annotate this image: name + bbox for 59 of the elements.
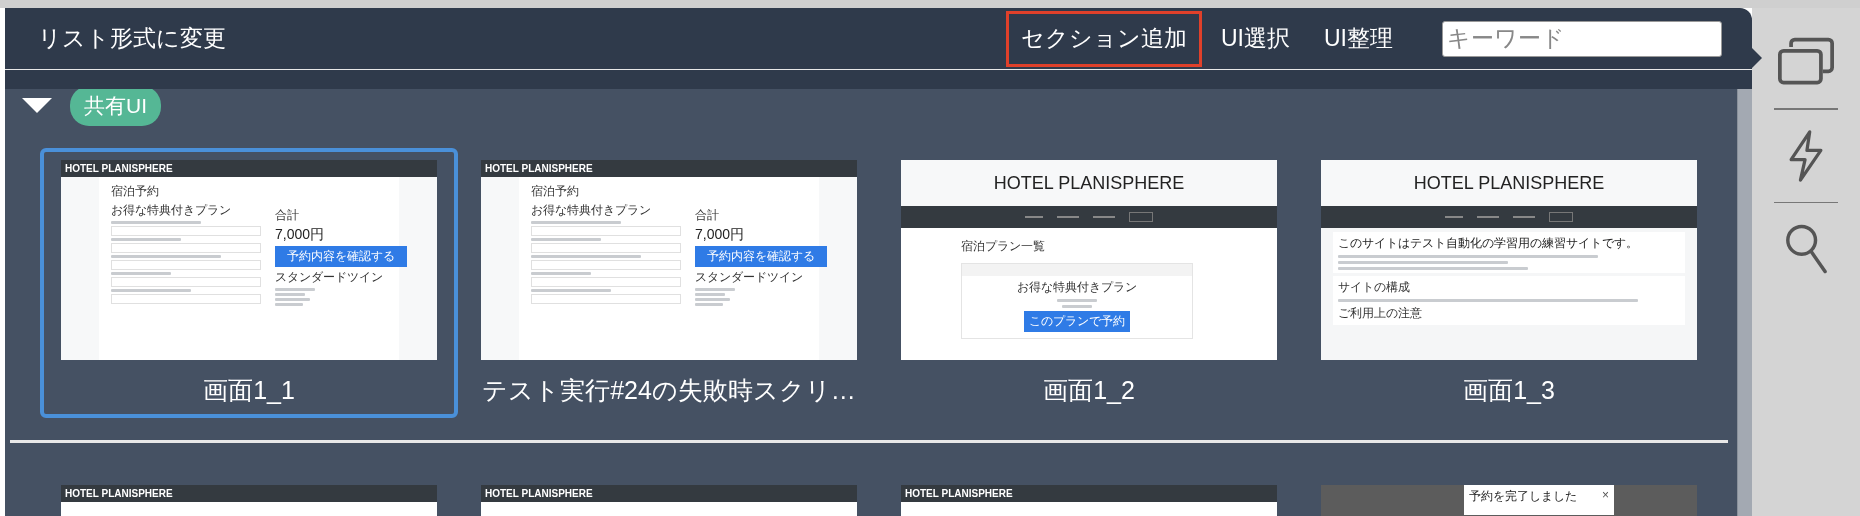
screen-card[interactable]: HOTEL PLANISPHERE 宿泊予約 お得な特典付きプラン 合計 7,000円 予約内容を確認する スタンダードツイン 画面1_1 bbox=[40, 148, 458, 418]
total-price: 7,000円 bbox=[695, 226, 746, 244]
card-label: 画面1_3 bbox=[1463, 375, 1555, 406]
list-view-button[interactable]: リスト形式に変更 bbox=[25, 10, 238, 67]
total-label: 合計 bbox=[275, 207, 300, 224]
page-heading: 宿泊プラン一覧 bbox=[961, 238, 1046, 255]
placeholder-line bbox=[275, 288, 315, 291]
reserve-plan-button: このプランで予約 bbox=[1024, 311, 1130, 332]
section-badge: 共有UI bbox=[70, 89, 161, 126]
card-label: テスト実行#24の失敗時スクリ… bbox=[482, 375, 856, 406]
placeholder-line bbox=[695, 303, 723, 306]
plan-name: お得な特典付きプラン bbox=[1017, 279, 1137, 296]
site-title: HOTEL PLANISPHERE bbox=[993, 172, 1185, 194]
confirm-button: 予約内容を確認する bbox=[275, 246, 407, 267]
placeholder-line bbox=[695, 288, 735, 291]
screen-card[interactable]: HOTEL PLANISPHERE bbox=[40, 473, 458, 516]
placeholder-line bbox=[695, 293, 725, 296]
room-type: スタンダードツイン bbox=[275, 269, 384, 286]
collapse-triangle-icon[interactable] bbox=[22, 98, 52, 114]
placeholder-line bbox=[275, 293, 305, 296]
card-label: 画面1_1 bbox=[203, 375, 295, 406]
placeholder-line bbox=[111, 272, 171, 275]
header-action-button[interactable]: UI選択 bbox=[1206, 10, 1305, 67]
card-label: 画面1_2 bbox=[1043, 375, 1135, 406]
site-brand: HOTEL PLANISPHERE bbox=[485, 163, 593, 174]
site-brand: HOTEL PLANISPHERE bbox=[485, 488, 593, 499]
section-heading: サイトの構成 bbox=[1338, 279, 1411, 296]
header-action-button[interactable]: UI整理 bbox=[1309, 10, 1408, 67]
confirm-button: 予約内容を確認する bbox=[695, 246, 827, 267]
page-heading: 宿泊予約 bbox=[111, 183, 160, 200]
placeholder-line bbox=[111, 238, 181, 241]
plan-name: お得な特典付きプラン bbox=[531, 202, 652, 219]
placeholder-line bbox=[275, 303, 303, 306]
screen-card[interactable]: 予約を完了しました × bbox=[1300, 473, 1718, 516]
site-brand: HOTEL PLANISPHERE bbox=[65, 163, 173, 174]
site-title: HOTEL PLANISPHERE bbox=[1413, 172, 1605, 194]
placeholder-line bbox=[531, 272, 591, 275]
scrollbar[interactable] bbox=[1737, 89, 1752, 516]
dialog-message: 予約を完了しました bbox=[1469, 488, 1577, 505]
site-brand: HOTEL PLANISPHERE bbox=[905, 488, 1013, 499]
room-type: スタンダードツイン bbox=[695, 269, 804, 286]
screen-card[interactable]: HOTEL PLANISPHERE 宿泊予約 お得な特典付きプラン 合計 7,000円 予約内容を確認する スタンダードツイン テスト実行#24の失敗時スクリ… bbox=[460, 148, 878, 406]
section-heading: ご利用上の注意 bbox=[1338, 305, 1423, 322]
screen-card[interactable]: HOTEL PLANISPHERE 宿泊プラン一覧 お得な特典付きプラン このプランで予約 画面1_2 bbox=[880, 148, 1298, 406]
placeholder-line bbox=[695, 298, 730, 301]
keyword-search-field[interactable]: キーワード bbox=[1442, 20, 1722, 57]
page-heading: このサイトはテスト自動化の学習用の練習サイトです。 bbox=[1338, 235, 1639, 252]
total-label: 合計 bbox=[695, 207, 720, 224]
header-action-button[interactable]: セクション追加 bbox=[1006, 10, 1202, 67]
plan-name: お得な特典付きプラン bbox=[111, 202, 232, 219]
screen-card[interactable]: HOTEL PLANISPHERE このサイトはテスト自動化の学習用の練習サイトです。 サイトの構成 ご利用上の注意 画面1_3 bbox=[1300, 148, 1718, 406]
page-heading: 宿泊予約 bbox=[531, 183, 580, 200]
total-price: 7,000円 bbox=[275, 226, 326, 244]
placeholder-line bbox=[275, 298, 310, 301]
close-mark: × bbox=[1602, 488, 1609, 504]
screen-card[interactable]: HOTEL PLANISPHERE bbox=[460, 473, 878, 516]
site-brand: HOTEL PLANISPHERE bbox=[65, 488, 173, 499]
screen-card[interactable]: HOTEL PLANISPHERE bbox=[880, 473, 1298, 516]
placeholder-line bbox=[531, 238, 601, 241]
